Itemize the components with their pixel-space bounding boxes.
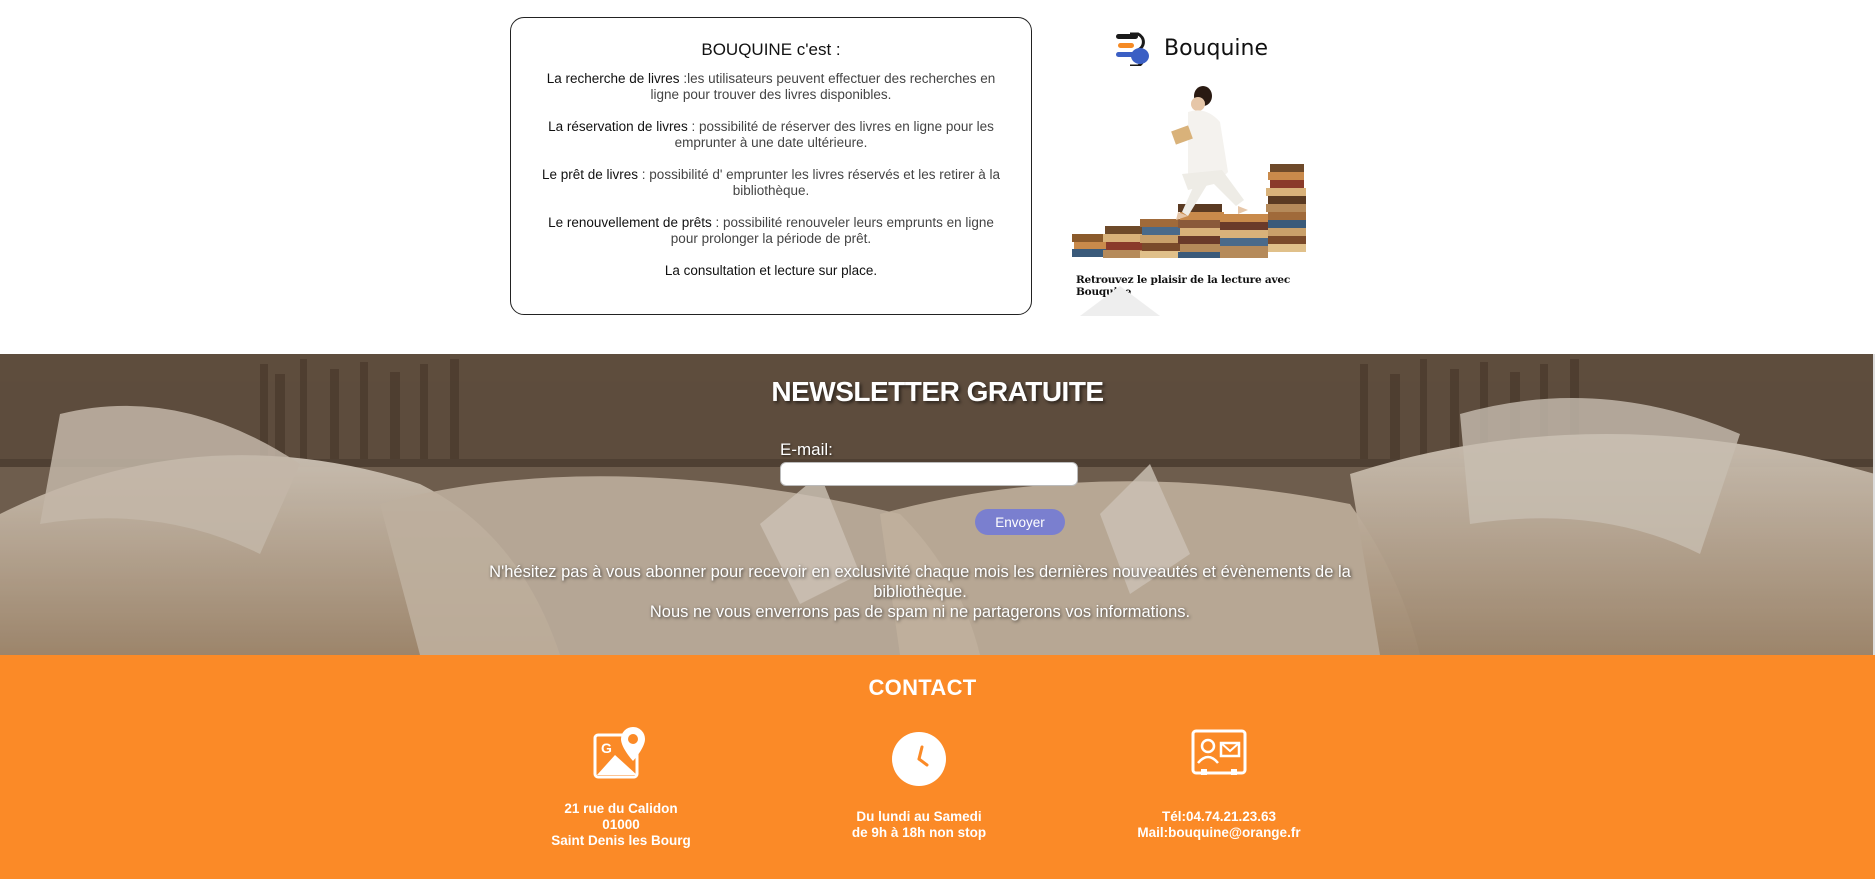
send-button[interactable]: Envoyer bbox=[975, 509, 1065, 535]
clock-icon bbox=[892, 732, 946, 786]
feature-item: Le prêt de livres : possibilité d' empru… bbox=[533, 167, 1009, 199]
newsletter-title: NEWSLETTER GRATUITE bbox=[771, 376, 1104, 407]
feature-item: La réservation de livres : possibilité d… bbox=[533, 119, 1009, 151]
feature-text: :les utilisateurs peuvent effectuer des … bbox=[650, 71, 996, 102]
email-label: E-mail: bbox=[780, 440, 833, 459]
contact-card-icon bbox=[1191, 729, 1247, 775]
newsletter-text-line1: N'hésitez pas à vous abonner pour recevo… bbox=[489, 563, 1351, 601]
feature-text: : possibilité de réserver des livres en … bbox=[674, 119, 994, 150]
features-title: BOUQUINE c'est : bbox=[701, 40, 841, 59]
hours-line1: Du lundi au Samedi bbox=[856, 809, 982, 824]
hours-line2: de 9h à 18h non stop bbox=[851, 825, 987, 840]
brand-name: Bouquine bbox=[1164, 36, 1268, 61]
phone-line: Tél:04.74.21.23.63 bbox=[1161, 809, 1277, 824]
address-line3: Saint Denis les Bourg bbox=[551, 833, 691, 848]
feature-item: La recherche de livres :les utilisateurs… bbox=[533, 71, 1009, 103]
contact-info: Tél:04.74.21.23.63 Mail:bouquine@orange.… bbox=[1099, 723, 1339, 863]
contact-hours: Du lundi au Samedi de 9h à 18h non stop bbox=[799, 723, 1039, 863]
mail-line: Mail:bouquine@orange.fr bbox=[1137, 825, 1301, 840]
map-pin-icon: G bbox=[593, 727, 645, 779]
feature-heading: La recherche de livres bbox=[546, 71, 680, 86]
features-box: BOUQUINE c'est : La recherche de livres … bbox=[510, 17, 1032, 315]
bouquine-logo-icon bbox=[1116, 32, 1149, 66]
feature-item: Le renouvellement de prêts : possibilité… bbox=[533, 215, 1009, 247]
newsletter-section: NEWSLETTER GRATUITE E-mail: Envoyer N'hé… bbox=[0, 354, 1875, 655]
feature-text: : possibilité renouveler leurs emprunts … bbox=[670, 215, 994, 246]
feature-last: La consultation et lecture sur place. bbox=[664, 263, 878, 278]
contact-title: CONTACT bbox=[868, 675, 977, 700]
contact-section: CONTACT G 21 rue du Calidon 01000 Saint … bbox=[0, 655, 1875, 879]
email-input[interactable] bbox=[780, 462, 1078, 486]
newsletter-description: N'hésitez pas à vous abonner pour recevo… bbox=[470, 562, 1370, 622]
address-line2: 01000 bbox=[602, 817, 640, 832]
svg-text:G: G bbox=[601, 740, 612, 756]
feature-text: : possibilité d' emprunter les livres ré… bbox=[638, 167, 1001, 198]
woman-reading-illustration bbox=[1072, 86, 1306, 258]
newsletter-text-line2: Nous ne vous enverrons pas de spam ni ne… bbox=[649, 603, 1191, 621]
address-line1: 21 rue du Calidon bbox=[564, 801, 678, 816]
contact-address: G 21 rue du Calidon 01000 Saint Denis le… bbox=[501, 723, 741, 863]
feature-heading: La réservation de livres bbox=[548, 119, 688, 134]
feature-heading: Le prêt de livres bbox=[541, 167, 639, 182]
brand-block: Bouquine Retrouvez le plaisir de la lect… bbox=[1070, 18, 1310, 318]
decorative-triangle bbox=[1080, 286, 1160, 316]
feature-heading: Le renouvellement de prêts bbox=[548, 215, 712, 230]
